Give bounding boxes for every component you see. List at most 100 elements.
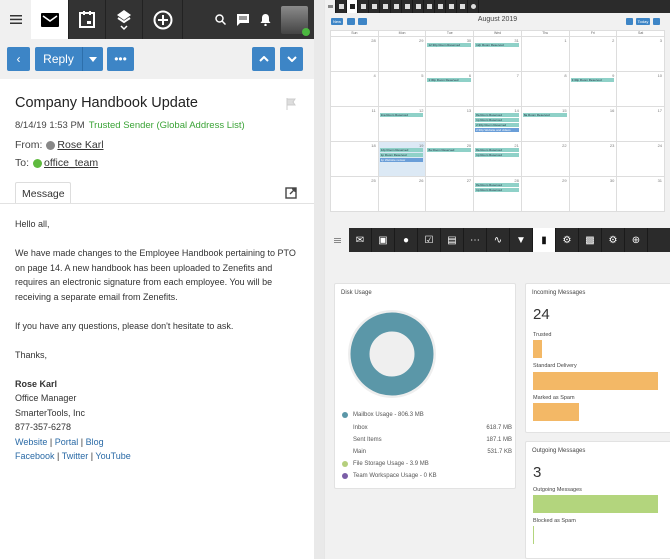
day-cell[interactable]: 11 bbox=[331, 107, 379, 141]
portal-link[interactable]: Portal bbox=[55, 437, 79, 447]
previous-message-button[interactable] bbox=[252, 47, 275, 71]
tab-message[interactable]: Message bbox=[15, 182, 71, 204]
calendar-event[interactable]: 1p Room Reserved bbox=[475, 118, 519, 122]
rss-icon[interactable]: ∿ bbox=[487, 228, 510, 252]
day-cell[interactable]: 30 12:30p Room Reserved bbox=[426, 37, 475, 71]
day-cell[interactable]: 9 3:30p Room Reserved bbox=[570, 72, 618, 106]
day-cell[interactable]: 15 8a Room Reserved bbox=[522, 107, 570, 141]
tab-new-item[interactable] bbox=[143, 0, 183, 39]
tasks-icon[interactable] bbox=[369, 0, 380, 13]
tasks-icon[interactable]: ☑ bbox=[418, 228, 441, 252]
tab-email[interactable] bbox=[31, 0, 69, 39]
mail-icon[interactable]: ✉ bbox=[349, 228, 372, 252]
day-cell[interactable]: 1 bbox=[522, 37, 570, 71]
calendar-event[interactable]: 1:30p Room Reserved bbox=[427, 78, 472, 82]
recipient-link[interactable]: office_team bbox=[44, 157, 98, 169]
calendar-event[interactable]: 2:30p Room Reserved bbox=[475, 123, 519, 127]
twitter-link[interactable]: Twitter bbox=[62, 451, 89, 461]
popout-icon[interactable] bbox=[285, 187, 297, 199]
day-cell[interactable]: 18 bbox=[331, 142, 379, 176]
sharing-icon[interactable] bbox=[391, 0, 402, 13]
day-cell[interactable]: 14 8a Room Reserved 1p Room Reserved 2:30p … bbox=[474, 107, 522, 141]
user-avatar[interactable] bbox=[281, 5, 310, 36]
day-cell[interactable]: 8 bbox=[522, 72, 570, 106]
day-cell[interactable]: 10 bbox=[617, 72, 664, 106]
day-cell[interactable]: 29 bbox=[379, 37, 427, 71]
settings-icon[interactable]: ⚙ bbox=[556, 228, 579, 252]
day-cell[interactable]: 13 bbox=[426, 107, 475, 141]
prev-month-button[interactable] bbox=[626, 18, 633, 25]
sharing-icon[interactable]: ⋯ bbox=[464, 228, 487, 252]
menu-button[interactable] bbox=[325, 228, 349, 252]
day-cell[interactable]: 6 1:30p Room Reserved bbox=[426, 72, 475, 106]
calendar-icon[interactable]: ▣ bbox=[372, 228, 395, 252]
day-cell[interactable]: 19 12p Room Reserved 1p Room Reserved 1p We… bbox=[378, 142, 427, 176]
chat-icon[interactable] bbox=[236, 13, 250, 26]
day-cell[interactable]: 22 bbox=[522, 142, 570, 176]
youtube-link[interactable]: YouTube bbox=[95, 451, 130, 461]
archive-icon[interactable]: ▼ bbox=[510, 228, 533, 252]
add-circle-icon[interactable]: ⊕ bbox=[625, 228, 648, 252]
tab-more-apps[interactable] bbox=[106, 0, 143, 39]
today-button[interactable]: Today bbox=[636, 18, 650, 25]
calendar-event[interactable]: 8a Room Reserved bbox=[475, 148, 519, 152]
day-cell[interactable]: 17 bbox=[617, 107, 664, 141]
notes-icon[interactable] bbox=[380, 0, 391, 13]
day-cell[interactable]: 28 8a Room Reserved 1p Room Reserved bbox=[474, 177, 522, 211]
day-cell[interactable]: 31 bbox=[617, 177, 664, 211]
day-cell[interactable]: 5 bbox=[379, 72, 427, 106]
search-icon[interactable] bbox=[215, 14, 226, 25]
website-link[interactable]: Website bbox=[15, 437, 47, 447]
rss-icon[interactable] bbox=[402, 0, 413, 13]
calendar-event[interactable]: 1p Room Reserved bbox=[475, 188, 519, 192]
calendar-event[interactable]: 8a Room Reserved bbox=[475, 183, 519, 187]
calendar-event[interactable]: 1p Website review bbox=[379, 158, 424, 162]
day-cell[interactable]: 16 bbox=[570, 107, 618, 141]
day-cell[interactable]: 24 bbox=[617, 142, 664, 176]
domain-settings-icon[interactable]: ⚙ bbox=[602, 228, 625, 252]
domain-reports-icon[interactable]: ▩ bbox=[579, 228, 602, 252]
facebook-link[interactable]: Facebook bbox=[15, 451, 55, 461]
day-cell[interactable]: 7 bbox=[474, 72, 522, 106]
day-cell[interactable]: 28 bbox=[331, 37, 379, 71]
reply-button[interactable]: Reply bbox=[35, 47, 82, 71]
day-cell[interactable]: 21 8a Room Reserved 1p Room Reserved bbox=[474, 142, 522, 176]
day-cell[interactable]: 26 bbox=[379, 177, 427, 211]
calendar-event[interactable]: 8a Room Reserved bbox=[475, 113, 519, 117]
calendar-event[interactable]: 8a Room Reserved bbox=[522, 113, 567, 117]
flag-icon[interactable] bbox=[286, 98, 296, 110]
next-message-button[interactable] bbox=[280, 47, 303, 71]
archive-icon[interactable] bbox=[413, 0, 424, 13]
bell-icon[interactable] bbox=[260, 13, 271, 26]
day-cell[interactable]: 27 bbox=[426, 177, 475, 211]
day-cell[interactable]: 3 bbox=[617, 37, 664, 71]
calendar-event[interactable]: 8a Room Reserved bbox=[427, 148, 472, 152]
day-cell[interactable]: 23 bbox=[570, 142, 618, 176]
calendar-event[interactable]: 2:30p Website and videos bbox=[475, 128, 519, 132]
calendar-event[interactable]: 12p Room Reserved bbox=[379, 148, 424, 152]
day-cell[interactable]: 2 bbox=[570, 37, 618, 71]
more-actions-button[interactable]: ••• bbox=[107, 47, 134, 71]
contacts-icon[interactable] bbox=[358, 0, 369, 13]
calendar-event[interactable]: 1p Room Reserved bbox=[475, 153, 519, 157]
menu-button[interactable] bbox=[0, 0, 31, 39]
calendar-event[interactable]: 12:30p Room Reserved bbox=[427, 43, 472, 47]
sender-link[interactable]: Rose Karl bbox=[57, 139, 103, 151]
add-circle-icon[interactable] bbox=[468, 0, 479, 13]
menu-button[interactable] bbox=[325, 0, 336, 13]
settings-icon[interactable] bbox=[435, 0, 446, 13]
day-cell[interactable]: 30 bbox=[570, 177, 618, 211]
day-cell[interactable]: 25 bbox=[331, 177, 379, 211]
calendar-event[interactable]: 11a Room Reserved bbox=[379, 113, 424, 117]
calendar-event[interactable]: 12p Room Reserved bbox=[475, 43, 519, 47]
reports-icon[interactable]: ▮ bbox=[533, 228, 556, 252]
day-cell[interactable]: 20 8a Room Reserved bbox=[426, 142, 475, 176]
day-cell[interactable]: 29 bbox=[522, 177, 570, 211]
calendar-icon[interactable] bbox=[347, 0, 358, 13]
contacts-icon[interactable]: ● bbox=[395, 228, 418, 252]
blog-link[interactable]: Blog bbox=[86, 437, 104, 447]
domain-settings-icon[interactable] bbox=[457, 0, 468, 13]
back-button[interactable]: ‹ bbox=[7, 47, 30, 71]
reports-icon[interactable] bbox=[424, 0, 435, 13]
next-month-button[interactable] bbox=[653, 18, 660, 25]
